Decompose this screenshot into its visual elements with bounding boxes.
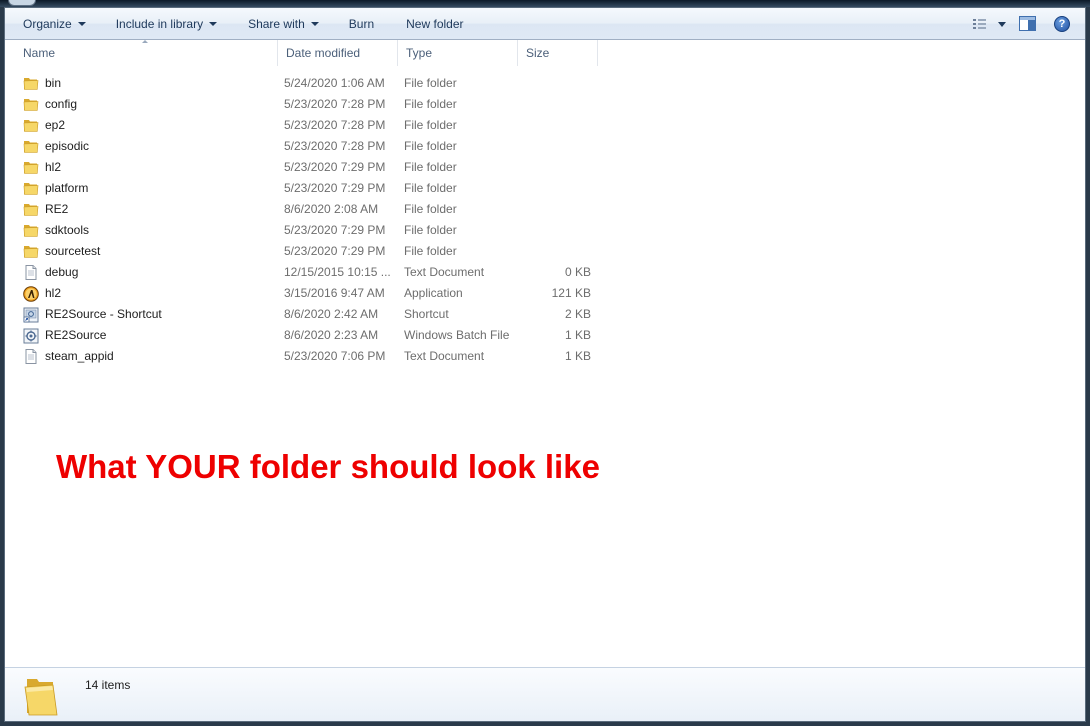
organize-label: Organize <box>23 16 72 31</box>
file-type: Text Document <box>404 265 485 279</box>
burn-button[interactable]: Burn <box>339 11 384 37</box>
file-date-modified: 5/23/2020 7:28 PM <box>284 97 386 111</box>
file-row[interactable]: sdktools 5/23/2020 7:29 PM File folder <box>5 220 605 241</box>
file-type: File folder <box>404 76 457 90</box>
file-date-modified: 5/23/2020 7:06 PM <box>284 349 386 363</box>
file-name: hl2 <box>45 160 62 174</box>
back-button-edge[interactable] <box>8 0 36 6</box>
column-header-row: Name Date modified Type Size <box>5 40 1085 66</box>
new-folder-button[interactable]: New folder <box>396 11 473 37</box>
file-type: File folder <box>404 181 457 195</box>
file-type: Shortcut <box>404 307 449 321</box>
file-date-modified: 8/6/2020 2:42 AM <box>284 307 379 321</box>
organize-button[interactable]: Organize <box>13 11 96 37</box>
file-row[interactable]: ep2 5/23/2020 7:28 PM File folder <box>5 115 605 136</box>
file-row[interactable]: debug 12/15/2015 10:15 ... Text Document 0 … <box>5 262 605 283</box>
file-size: 1 KB <box>564 349 591 363</box>
burn-label: Burn <box>348 16 375 31</box>
file-list: bin 5/24/2020 1:06 AM File folder config 5/2… <box>5 73 605 367</box>
file-row[interactable]: platform 5/23/2020 7:29 PM File folder <box>5 178 605 199</box>
file-type: File folder <box>404 244 457 258</box>
file-size: 121 KB <box>551 286 591 300</box>
file-name: debug <box>45 265 79 279</box>
column-header-name[interactable]: Name <box>15 40 278 66</box>
annotation-caption: What YOUR folder should look like <box>56 448 600 485</box>
file-type: File folder <box>404 160 457 174</box>
help-icon: ? <box>1054 16 1070 32</box>
explorer-window: Organize Include in library Share with B… <box>4 7 1086 722</box>
file-date-modified: 5/23/2020 7:29 PM <box>284 181 386 195</box>
file-date-modified: 8/6/2020 2:08 AM <box>284 202 379 216</box>
file-date-modified: 5/23/2020 7:29 PM <box>284 244 386 258</box>
item-count: 14 items <box>85 678 131 692</box>
file-date-modified: 8/6/2020 2:23 AM <box>284 328 379 342</box>
file-name: episodic <box>45 139 90 153</box>
file-date-modified: 5/23/2020 7:29 PM <box>284 223 386 237</box>
file-date-modified: 5/23/2020 7:29 PM <box>284 160 386 174</box>
title-bar-strip <box>0 0 1090 7</box>
file-date-modified: 12/15/2015 10:15 ... <box>284 265 391 279</box>
file-type: File folder <box>404 202 457 216</box>
file-name: bin <box>45 76 62 90</box>
toolbar-right-group: ? <box>969 11 1077 37</box>
change-view-button[interactable] <box>969 12 1009 36</box>
file-type: File folder <box>404 118 457 132</box>
column-header-size[interactable]: Size <box>518 40 598 66</box>
file-date-modified: 5/23/2020 7:28 PM <box>284 118 386 132</box>
file-name: platform <box>45 181 89 195</box>
file-type: Text Document <box>404 349 485 363</box>
file-name: sourcetest <box>45 244 101 258</box>
column-header-type[interactable]: Type <box>398 40 518 66</box>
file-name: hl2 <box>45 286 62 300</box>
file-type: File folder <box>404 97 457 111</box>
details-pane: 14 items <box>5 667 1085 721</box>
file-type: Application <box>404 286 463 300</box>
preview-pane-icon <box>1019 16 1036 31</box>
chevron-down-icon <box>77 21 86 26</box>
file-name: ep2 <box>45 118 66 132</box>
folder-icon <box>24 679 58 716</box>
file-type: Windows Batch File <box>404 328 510 342</box>
file-size: 2 KB <box>564 307 591 321</box>
chevron-down-icon <box>209 21 218 26</box>
share-with-label: Share with <box>248 16 305 31</box>
file-type: File folder <box>404 139 457 153</box>
file-row[interactable]: bin 5/24/2020 1:06 AM File folder <box>5 73 605 94</box>
file-row[interactable]: sourcetest 5/23/2020 7:29 PM File folder <box>5 241 605 262</box>
file-row[interactable]: episodic 5/23/2020 7:28 PM File folder <box>5 136 605 157</box>
include-in-library-label: Include in library <box>115 16 204 31</box>
file-date-modified: 5/24/2020 1:06 AM <box>284 76 385 90</box>
sort-ascending-icon <box>142 40 148 43</box>
share-with-button[interactable]: Share with <box>238 11 329 37</box>
file-row[interactable]: hl2 5/23/2020 7:29 PM File folder <box>5 157 605 178</box>
new-folder-label: New folder <box>406 16 464 31</box>
file-size: 0 KB <box>564 265 591 279</box>
file-row[interactable]: RE2Source 8/6/2020 2:23 AM Windows Batch F… <box>5 325 605 346</box>
preview-pane-button[interactable] <box>1013 12 1043 36</box>
file-name: RE2Source <box>45 328 107 342</box>
view-list-icon <box>973 19 1006 29</box>
file-row[interactable]: RE2Source - Shortcut 8/6/2020 2:42 AM Shor… <box>5 304 605 325</box>
file-name: steam_appid <box>45 349 114 363</box>
file-size: 1 KB <box>564 328 591 342</box>
file-row[interactable]: RE2 8/6/2020 2:08 AM File folder <box>5 199 605 220</box>
command-bar: Organize Include in library Share with B… <box>5 8 1085 40</box>
help-button[interactable]: ? <box>1047 12 1077 36</box>
file-type: File folder <box>404 223 457 237</box>
file-date-modified: 5/23/2020 7:28 PM <box>284 139 386 153</box>
column-header-date-modified[interactable]: Date modified <box>278 40 398 66</box>
file-row[interactable]: hl2 3/15/2016 9:47 AM Application 121 KB <box>5 283 605 304</box>
file-name: RE2Source - Shortcut <box>45 307 162 321</box>
chevron-down-icon <box>310 21 319 26</box>
file-name: RE2 <box>45 202 69 216</box>
include-in-library-button[interactable]: Include in library <box>106 11 227 37</box>
file-row[interactable]: config 5/23/2020 7:28 PM File folder <box>5 94 605 115</box>
file-name: sdktools <box>45 223 90 237</box>
file-row[interactable]: steam_appid 5/23/2020 7:06 PM Text Documen… <box>5 346 605 367</box>
file-date-modified: 3/15/2016 9:47 AM <box>284 286 385 300</box>
file-name: config <box>45 97 78 111</box>
